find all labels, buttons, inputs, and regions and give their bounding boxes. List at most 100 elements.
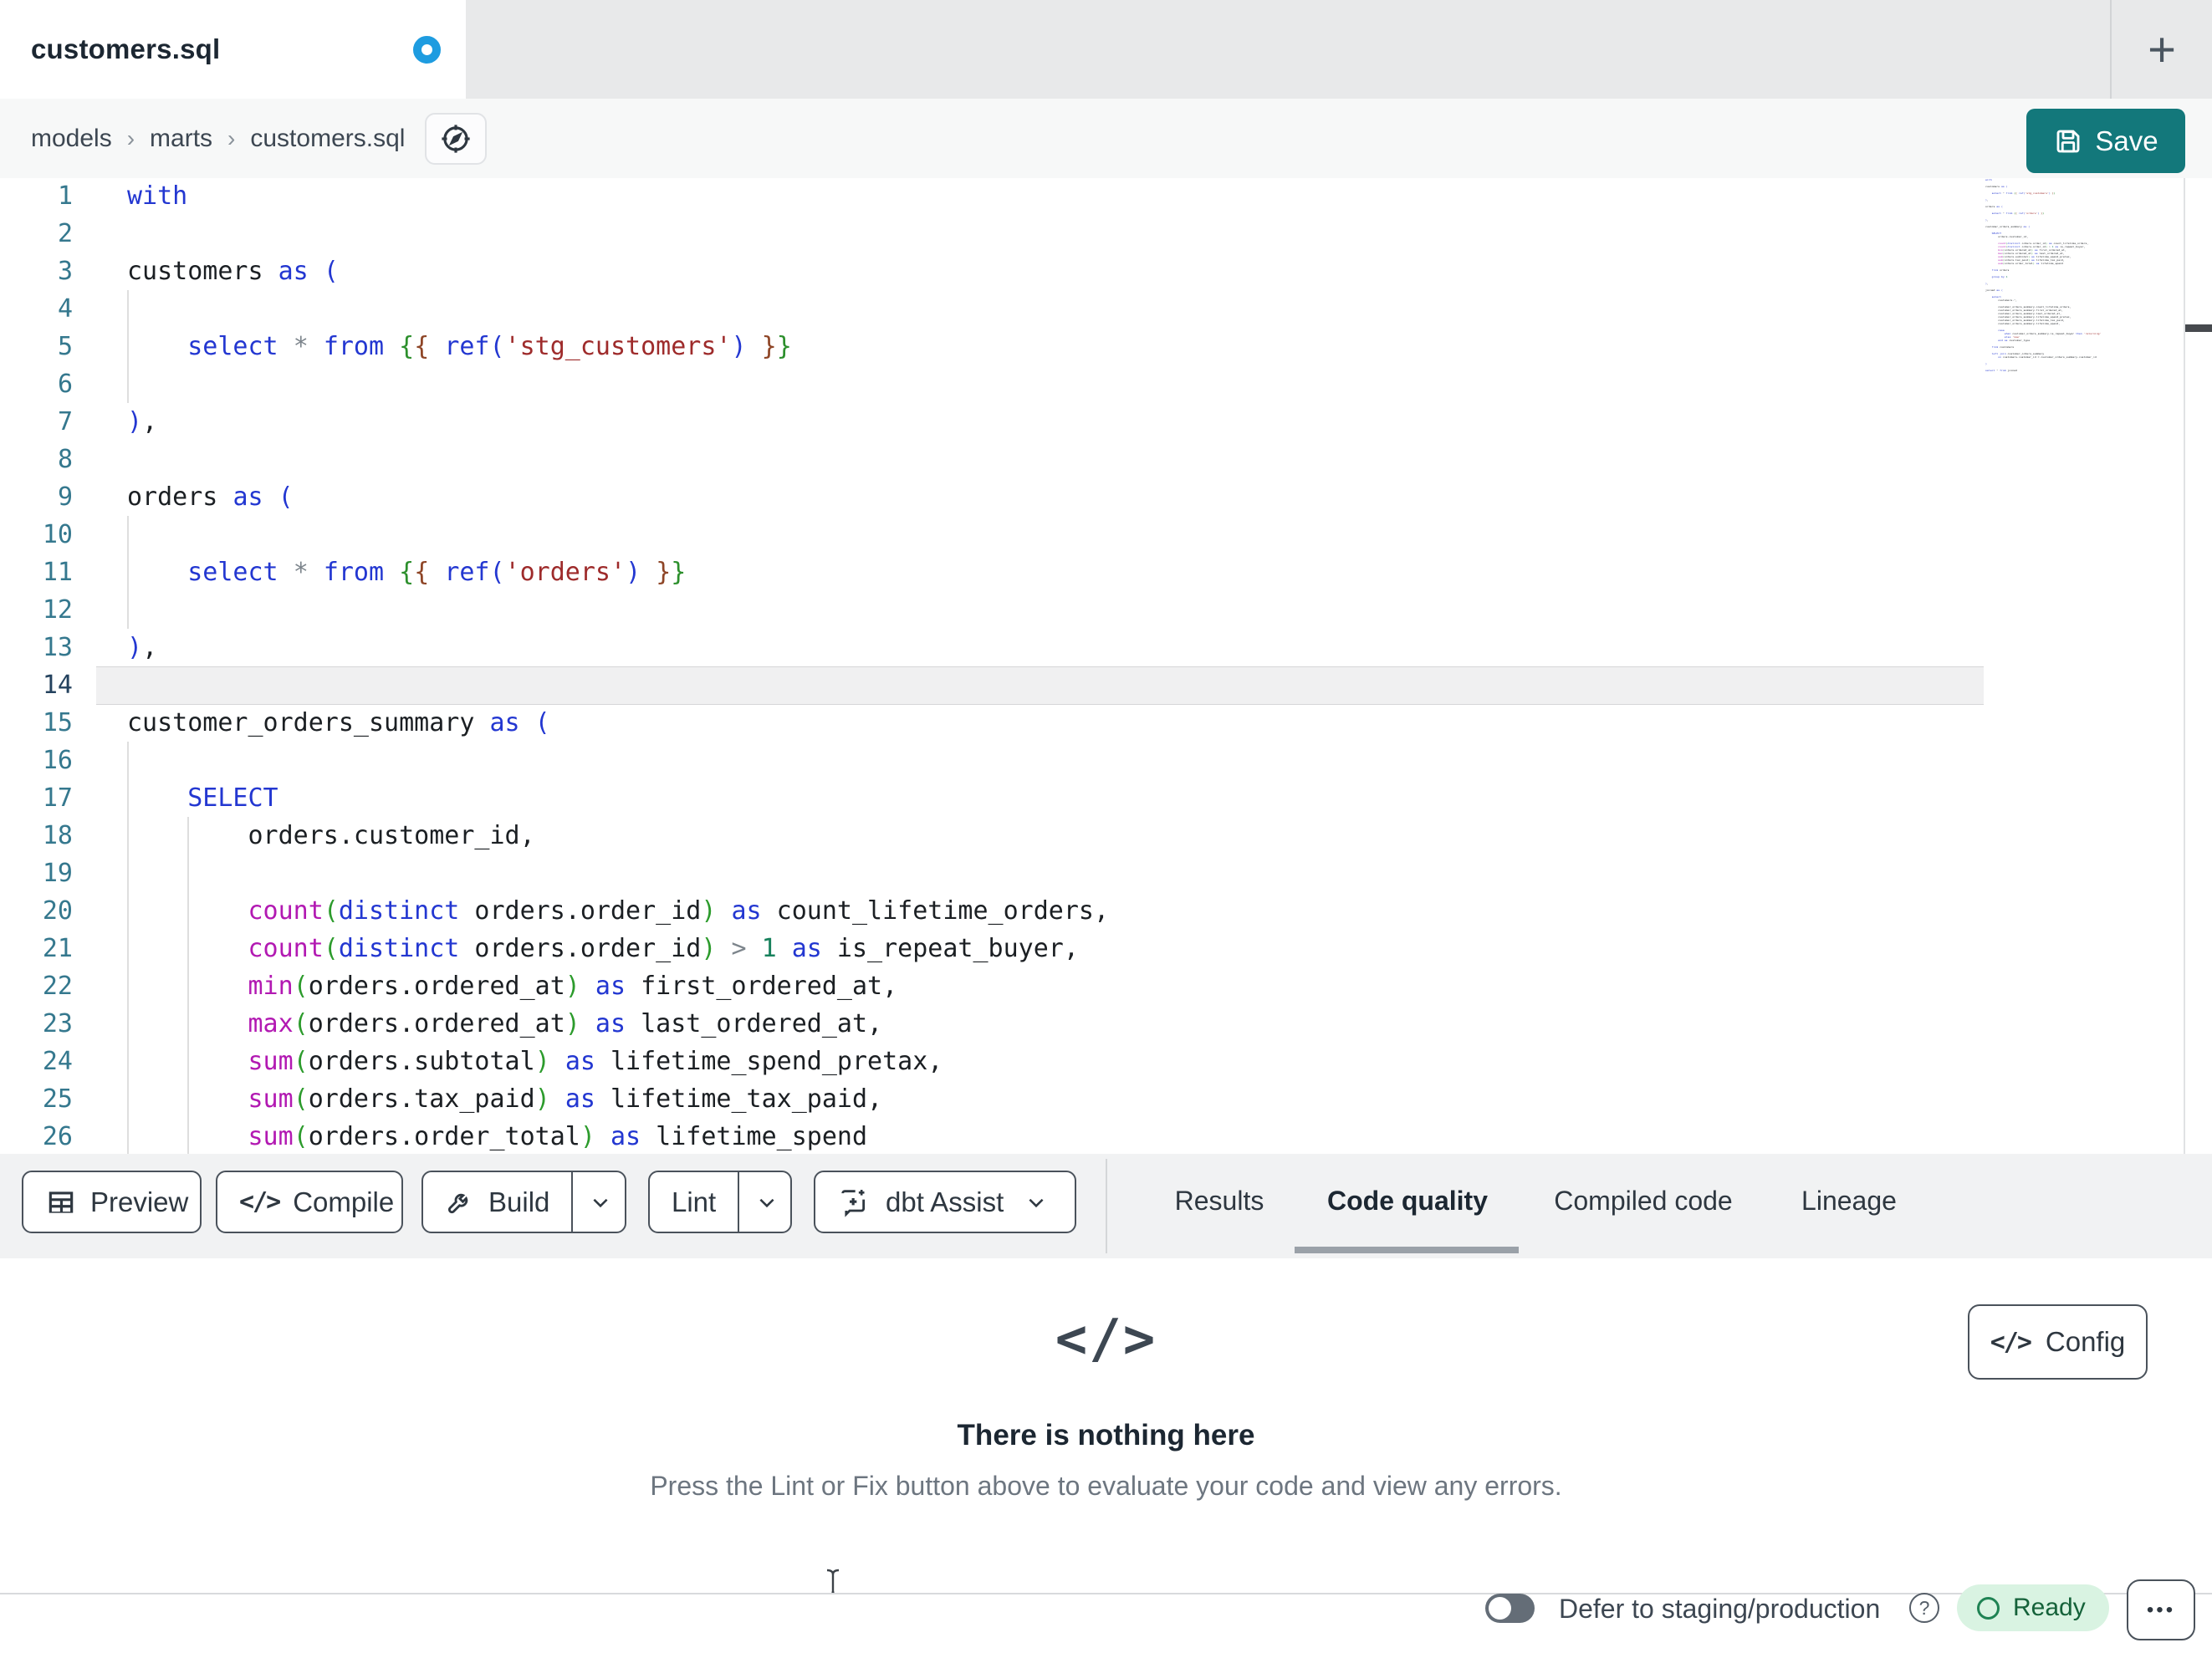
code-line-1[interactable]: 1 with <box>0 178 2183 215</box>
line-number: 5 <box>57 332 73 361</box>
line-number: 8 <box>57 445 73 474</box>
tab-code-quality[interactable]: Code quality <box>1327 1186 1488 1217</box>
chevron-down-icon <box>756 1191 778 1213</box>
preview-button-label: Preview <box>90 1186 189 1217</box>
empty-state-subtitle: Press the Lint or Fix button above to ev… <box>650 1471 1562 1501</box>
build-dropdown-button[interactable] <box>571 1172 628 1232</box>
code-line-9[interactable]: 9 orders as ( <box>0 478 2183 516</box>
config-button[interactable]: </> Config <box>1968 1304 2148 1380</box>
build-button: Build <box>421 1171 626 1233</box>
chat-sparkle-icon <box>837 1186 871 1219</box>
editor-lines[interactable]: 1 with 2 3 customers as ( 4 5 select * from {{… <box>0 178 2183 1154</box>
breadcrumb-separator: › <box>227 125 236 151</box>
breadcrumb-item-marts[interactable]: marts <box>150 125 212 153</box>
line-number: 4 <box>57 294 73 324</box>
code-icon: </> <box>239 1187 281 1217</box>
code-editor[interactable]: 1 with 2 3 customers as ( 4 5 select * from {{… <box>0 178 2212 1154</box>
dbt-assist-button-label: dbt Assist <box>886 1186 1004 1217</box>
line-number: 11 <box>42 558 73 587</box>
code-line-13[interactable]: 13), <box>0 629 2183 666</box>
line-number: 26 <box>42 1122 73 1151</box>
code-line-18[interactable]: 18 orders.customer_id, <box>0 817 2183 855</box>
overflow-menu-button[interactable]: ••• <box>2127 1579 2195 1640</box>
save-button-label: Save <box>2095 125 2158 156</box>
code-line-8[interactable]: 8 <box>0 441 2183 478</box>
line-number: 25 <box>42 1084 73 1114</box>
dbt-assist-button[interactable]: dbt Assist <box>814 1171 1076 1233</box>
code-line-5[interactable]: 5 select * from {{ ref('stg_customers') … <box>0 328 2183 365</box>
compass-icon <box>438 121 473 156</box>
build-button-label: Build <box>488 1186 550 1217</box>
tab-results[interactable]: Results <box>1175 1186 1264 1217</box>
code-line-11[interactable]: 11 select * from {{ ref('orders') }} <box>0 554 2183 591</box>
minimap[interactable]: with customers as ( select * from {{ ref(… <box>1985 178 2184 375</box>
code-line-6[interactable]: 6 <box>0 365 2183 403</box>
code-line-16[interactable]: 16 <box>0 742 2183 779</box>
line-number: 18 <box>42 821 73 850</box>
breadcrumb: models › marts › customers.sql <box>0 99 2212 178</box>
new-tab-button[interactable]: + <box>2128 18 2195 80</box>
code-line-25[interactable]: 25 sum(orders.tax_paid) as lifetime_tax_… <box>0 1080 2183 1118</box>
code-line-24[interactable]: 24 sum(orders.subtotal) as lifetime_spen… <box>0 1043 2183 1080</box>
line-number: 12 <box>42 595 73 625</box>
file-tab-customers-sql[interactable]: customers.sql <box>0 0 466 99</box>
circle-outline-icon <box>1977 1596 2000 1620</box>
line-number: 24 <box>42 1047 73 1076</box>
active-tab-underline <box>1295 1247 1519 1253</box>
plus-icon: + <box>2148 22 2176 77</box>
breadcrumb-separator: › <box>126 125 135 151</box>
toggle-knob <box>1489 1597 1511 1620</box>
lint-dropdown-button[interactable] <box>738 1172 794 1232</box>
lint-button-label: Lint <box>672 1186 717 1217</box>
save-button[interactable]: Save <box>2026 109 2185 173</box>
line-number: 22 <box>42 972 73 1001</box>
line-number: 14 <box>42 671 73 700</box>
build-button-main[interactable]: Build <box>423 1172 571 1232</box>
code-line-21[interactable]: 21 count(distinct orders.order_id) > 1 a… <box>0 930 2183 967</box>
breadcrumb-item-file[interactable]: customers.sql <box>250 125 405 153</box>
table-icon <box>45 1186 77 1218</box>
tab-compiled-code[interactable]: Compiled code <box>1554 1186 1732 1217</box>
line-number: 15 <box>42 708 73 737</box>
code-line-4[interactable]: 4 <box>0 290 2183 328</box>
unsaved-changes-icon <box>413 35 441 64</box>
code-line-23[interactable]: 23 max(orders.ordered_at) as last_ordere… <box>0 1005 2183 1043</box>
code-line-12[interactable]: 12 <box>0 591 2183 629</box>
status-badge: Ready <box>1957 1584 2109 1631</box>
code-line-19[interactable]: 19 <box>0 855 2183 892</box>
code-line-22[interactable]: 22 min(orders.ordered_at) as first_order… <box>0 967 2183 1005</box>
toolbar-tabs-divider <box>1106 1159 1107 1253</box>
code-line-2[interactable]: 2 <box>0 215 2183 253</box>
compile-button[interactable]: </> Build Compile <box>216 1171 403 1233</box>
lint-button-main[interactable]: Lint <box>650 1172 738 1232</box>
code-line-3[interactable]: 3 customers as ( <box>0 253 2183 290</box>
preview-button[interactable]: Preview <box>22 1171 202 1233</box>
line-number: 10 <box>42 520 73 549</box>
tab-lineage[interactable]: Lineage <box>1801 1186 1897 1217</box>
code-line-15[interactable]: 15 customer_orders_summary as ( <box>0 704 2183 742</box>
defer-toggle[interactable] <box>1485 1594 1535 1623</box>
breadcrumb-item-models[interactable]: models <box>31 125 112 153</box>
editor-scrollbar-thumb[interactable] <box>2185 324 2212 332</box>
line-number: 7 <box>57 407 73 436</box>
code-line-20[interactable]: 20 count(distinct orders.order_id) as co… <box>0 892 2183 930</box>
code-line-10[interactable]: 10 <box>0 516 2183 554</box>
compile-button-label: Compile <box>293 1186 395 1217</box>
code-quality-panel: </> Config </> There is nothing here Pre… <box>0 1258 2212 1593</box>
line-number: 16 <box>42 746 73 775</box>
code-line-7[interactable]: 7), <box>0 403 2183 441</box>
ellipsis-icon: ••• <box>2146 1598 2176 1621</box>
defer-label: Defer to staging/production <box>1559 1594 1881 1624</box>
chevron-down-icon <box>1025 1191 1047 1213</box>
code-line-26[interactable]: 26 sum(orders.order_total) as lifetime_s… <box>0 1118 2183 1154</box>
code-line-17[interactable]: 17 SELECT <box>0 779 2183 817</box>
docs-compass-button[interactable] <box>425 112 488 165</box>
line-number: 23 <box>42 1009 73 1038</box>
question-circle-icon[interactable]: ? <box>1909 1593 1939 1623</box>
status-badge-label: Ready <box>2013 1594 2086 1621</box>
line-number: 6 <box>57 370 73 399</box>
floppy-disk-icon <box>2053 126 2083 156</box>
empty-state-title: There is nothing here <box>957 1419 1255 1451</box>
chevron-down-icon <box>590 1191 611 1213</box>
code-line-14[interactable]: 14 <box>0 666 2183 704</box>
